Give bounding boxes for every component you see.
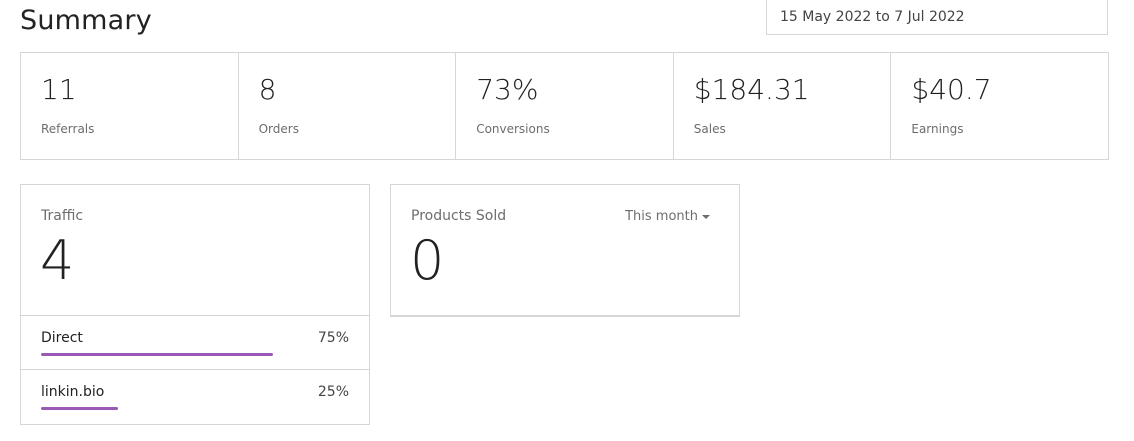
date-range-text: 15 May 2022 to 7 Jul 2022	[780, 9, 965, 25]
date-range-picker[interactable]: 15 May 2022 to 7 Jul 2022	[766, 0, 1108, 35]
stat-value: $40.7	[911, 73, 992, 106]
products-sold-card: Products Sold This month 0	[390, 184, 740, 317]
period-dropdown-label: This month	[625, 209, 698, 224]
stat-earnings: $40.7 Earnings	[891, 53, 1108, 159]
stat-label: Orders	[258, 122, 299, 136]
traffic-bar-fill	[41, 407, 119, 410]
traffic-source-row: linkin.bio 25%	[21, 370, 369, 424]
traffic-label: Traffic	[41, 208, 84, 224]
stat-value: 73%	[476, 73, 539, 106]
stat-label: Earnings	[911, 122, 964, 136]
period-dropdown[interactable]: This month	[625, 209, 710, 224]
stat-sales: $184.31 Sales	[674, 53, 892, 159]
traffic-bar	[41, 407, 350, 410]
stat-orders: 8 Orders	[239, 53, 457, 159]
stat-conversions: 73% Conversions	[456, 53, 674, 159]
stat-value: 8	[258, 73, 277, 106]
traffic-source-percent: 75%	[317, 330, 349, 346]
traffic-bar-fill	[41, 353, 273, 356]
traffic-source-name: linkin.bio	[41, 384, 105, 400]
caret-down-icon	[702, 214, 710, 219]
stat-value: $184.31	[693, 73, 810, 106]
stat-value: 11	[41, 73, 77, 106]
traffic-source-percent: 25%	[317, 384, 349, 400]
traffic-value: 4	[40, 229, 75, 292]
products-sold-value: 0	[410, 229, 445, 292]
stat-label: Referrals	[41, 122, 95, 136]
page-title: Summary	[20, 5, 152, 36]
stat-label: Sales	[693, 122, 726, 136]
traffic-source-row: Direct 75%	[21, 316, 369, 370]
summary-stats: 11 Referrals 8 Orders 73% Conversions $1…	[20, 52, 1109, 160]
traffic-card: Traffic 4 Direct 75% linkin.bio 25%	[20, 184, 370, 425]
traffic-bar	[41, 353, 350, 356]
stat-referrals: 11 Referrals	[21, 53, 239, 159]
traffic-source-name: Direct	[41, 330, 83, 346]
stat-label: Conversions	[476, 122, 550, 136]
products-sold-label: Products Sold	[411, 208, 507, 224]
